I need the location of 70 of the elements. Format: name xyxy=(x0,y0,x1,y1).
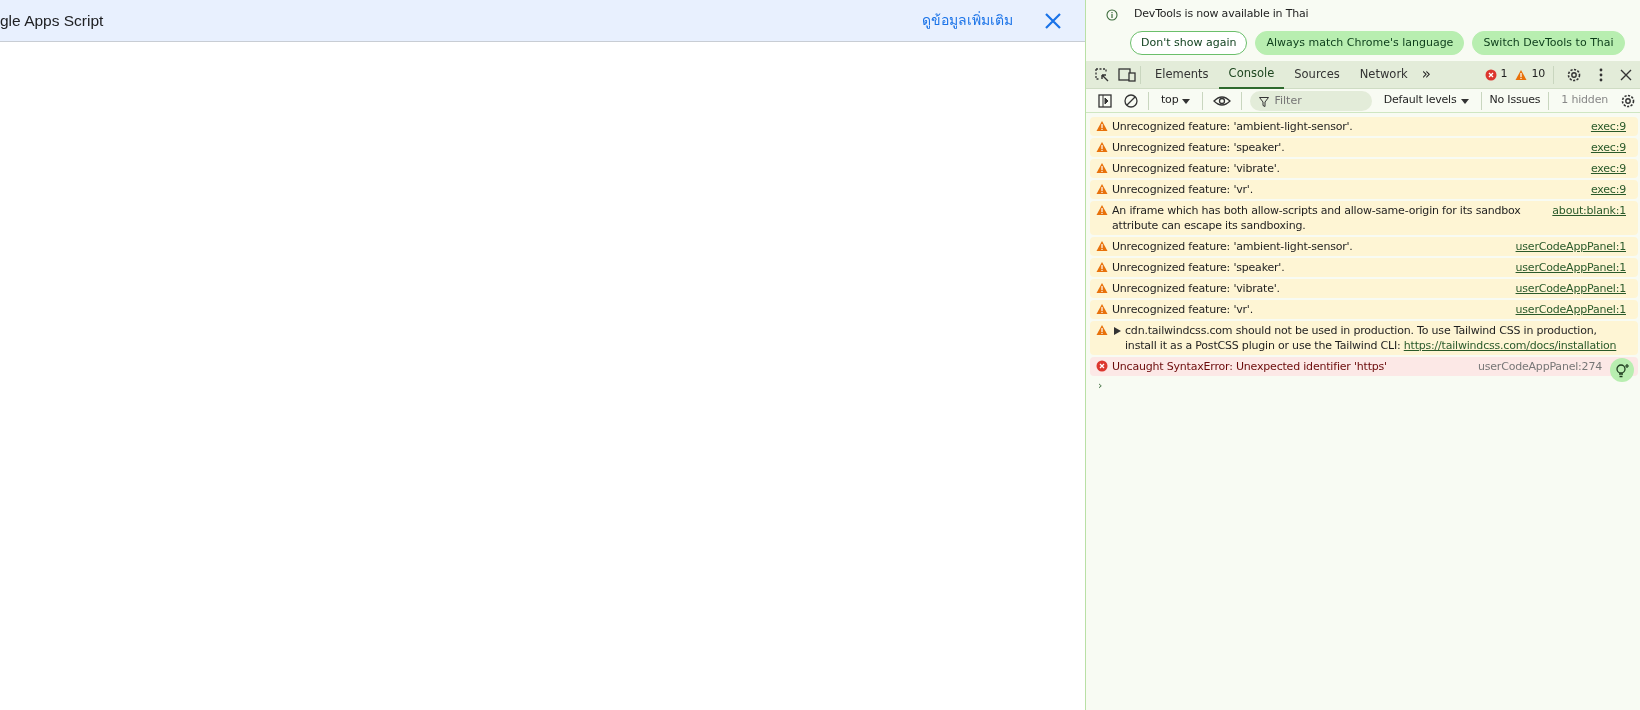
filter-field[interactable]: Filter xyxy=(1250,90,1373,111)
warning-icon xyxy=(1096,240,1108,252)
message-text: Unrecognized feature: 'speaker'. xyxy=(1112,140,1286,155)
error-icon xyxy=(1096,360,1108,372)
hidden-count: 1 hidden xyxy=(1560,92,1609,109)
message-text: cdn.tailwindcss.com should not be used in production. To use Tailwind CSS in production, install it as a PostCSS plugin or use the Tailwind CLI: https://tailwindcss.com/docs/installation xyxy=(1125,323,1618,353)
message-text: Unrecognized feature: 'vr'. xyxy=(1112,302,1254,317)
message-text: Unrecognized feature: 'ambient-light-sensor'. xyxy=(1112,239,1354,254)
warning-count[interactable]: 10 xyxy=(1531,66,1545,83)
eye-icon[interactable] xyxy=(1213,94,1232,107)
issues-button[interactable]: No Issues xyxy=(1485,92,1545,109)
settings-icon[interactable] xyxy=(1566,66,1582,83)
infobar-button[interactable]: Switch DevTools to Thai xyxy=(1472,30,1625,55)
message-text: Unrecognized feature: 'vibrate'. xyxy=(1112,161,1281,176)
info-message: DevTools is now available in Thai xyxy=(1134,6,1309,22)
devtools-tab[interactable]: Console xyxy=(1218,60,1285,89)
warning-icon xyxy=(1096,204,1108,216)
device-icon[interactable] xyxy=(1118,67,1136,83)
close-icon[interactable] xyxy=(1620,68,1632,81)
source-link[interactable]: about:blank:1 xyxy=(1552,203,1626,218)
source-link[interactable]: userCodeAppPanel:1 xyxy=(1515,239,1626,254)
devtools-tab[interactable]: Elements xyxy=(1145,60,1219,89)
ai-assist-button[interactable] xyxy=(1610,358,1634,382)
message-text: An iframe which has both allow-scripts and allow-same-origin for its sandbox attribute can escape its sandboxing. xyxy=(1112,203,1522,233)
source-link[interactable]: exec:9 xyxy=(1590,161,1626,176)
source-link[interactable]: userCodeAppPanel:1 xyxy=(1515,302,1626,317)
caret-icon xyxy=(1182,98,1191,104)
message-text: Unrecognized feature: 'speaker'. xyxy=(1112,260,1286,275)
warning-icon xyxy=(1096,261,1108,273)
infobar-button[interactable]: Don't show again xyxy=(1130,30,1248,55)
source-link[interactable]: exec:9 xyxy=(1590,182,1626,197)
more-options-icon[interactable] xyxy=(1598,66,1604,83)
source-link[interactable]: userCodeAppPanel:1 xyxy=(1515,260,1626,275)
source-link[interactable]: exec:9 xyxy=(1590,140,1626,155)
warning-icon xyxy=(1096,282,1108,294)
devtools-tab[interactable]: Network xyxy=(1349,60,1418,89)
warning-icon xyxy=(1515,69,1528,81)
source-link[interactable]: userCodeAppPanel:274 xyxy=(1477,359,1602,374)
warning-icon xyxy=(1096,183,1108,195)
message-text: Unrecognized feature: 'ambient-light-sensor'. xyxy=(1112,119,1354,134)
error-icon xyxy=(1484,69,1497,81)
warning-icon xyxy=(1096,162,1108,174)
banner-title: gle Apps Script xyxy=(0,10,105,31)
warning-icon xyxy=(1096,303,1108,315)
message-text: Uncaught SyntaxError: Unexpected identifier 'https' xyxy=(1112,359,1388,374)
levels-dropdown[interactable]: Default levels xyxy=(1383,92,1477,109)
message-text: Unrecognized feature: 'vr'. xyxy=(1112,182,1254,197)
context-dropdown[interactable]: top xyxy=(1153,92,1199,109)
caret-icon xyxy=(1460,98,1469,104)
settings-icon[interactable] xyxy=(1620,92,1636,109)
inspect-icon[interactable] xyxy=(1094,66,1110,83)
prompt-caret: › xyxy=(1097,378,1104,394)
error-count[interactable]: 1 xyxy=(1500,66,1508,83)
url-link[interactable]: https://tailwindcss.com/docs/installation xyxy=(1403,339,1617,352)
source-link[interactable]: exec:9 xyxy=(1590,119,1626,134)
source-link[interactable]: userCodeAppPanel:1 xyxy=(1515,281,1626,296)
warning-icon xyxy=(1096,120,1108,132)
clear-icon[interactable] xyxy=(1124,93,1138,108)
warning-icon xyxy=(1096,324,1108,336)
more-tabs-button[interactable]: » xyxy=(1421,63,1431,86)
message-text: Unrecognized feature: 'vibrate'. xyxy=(1112,281,1281,296)
learn-more-link[interactable]: ดูข้อมูลเพิ่มเติม xyxy=(922,10,1013,31)
expand-arrow-icon[interactable] xyxy=(1114,327,1121,335)
infobar-button[interactable]: Always match Chrome's language xyxy=(1255,30,1465,55)
sidebar-icon[interactable] xyxy=(1098,93,1112,108)
warning-icon xyxy=(1096,141,1108,153)
filter-icon xyxy=(1259,96,1270,107)
devtools-tab[interactable]: Sources xyxy=(1284,60,1350,89)
info-icon xyxy=(1106,8,1118,21)
lightbulb-icon xyxy=(1615,363,1629,378)
